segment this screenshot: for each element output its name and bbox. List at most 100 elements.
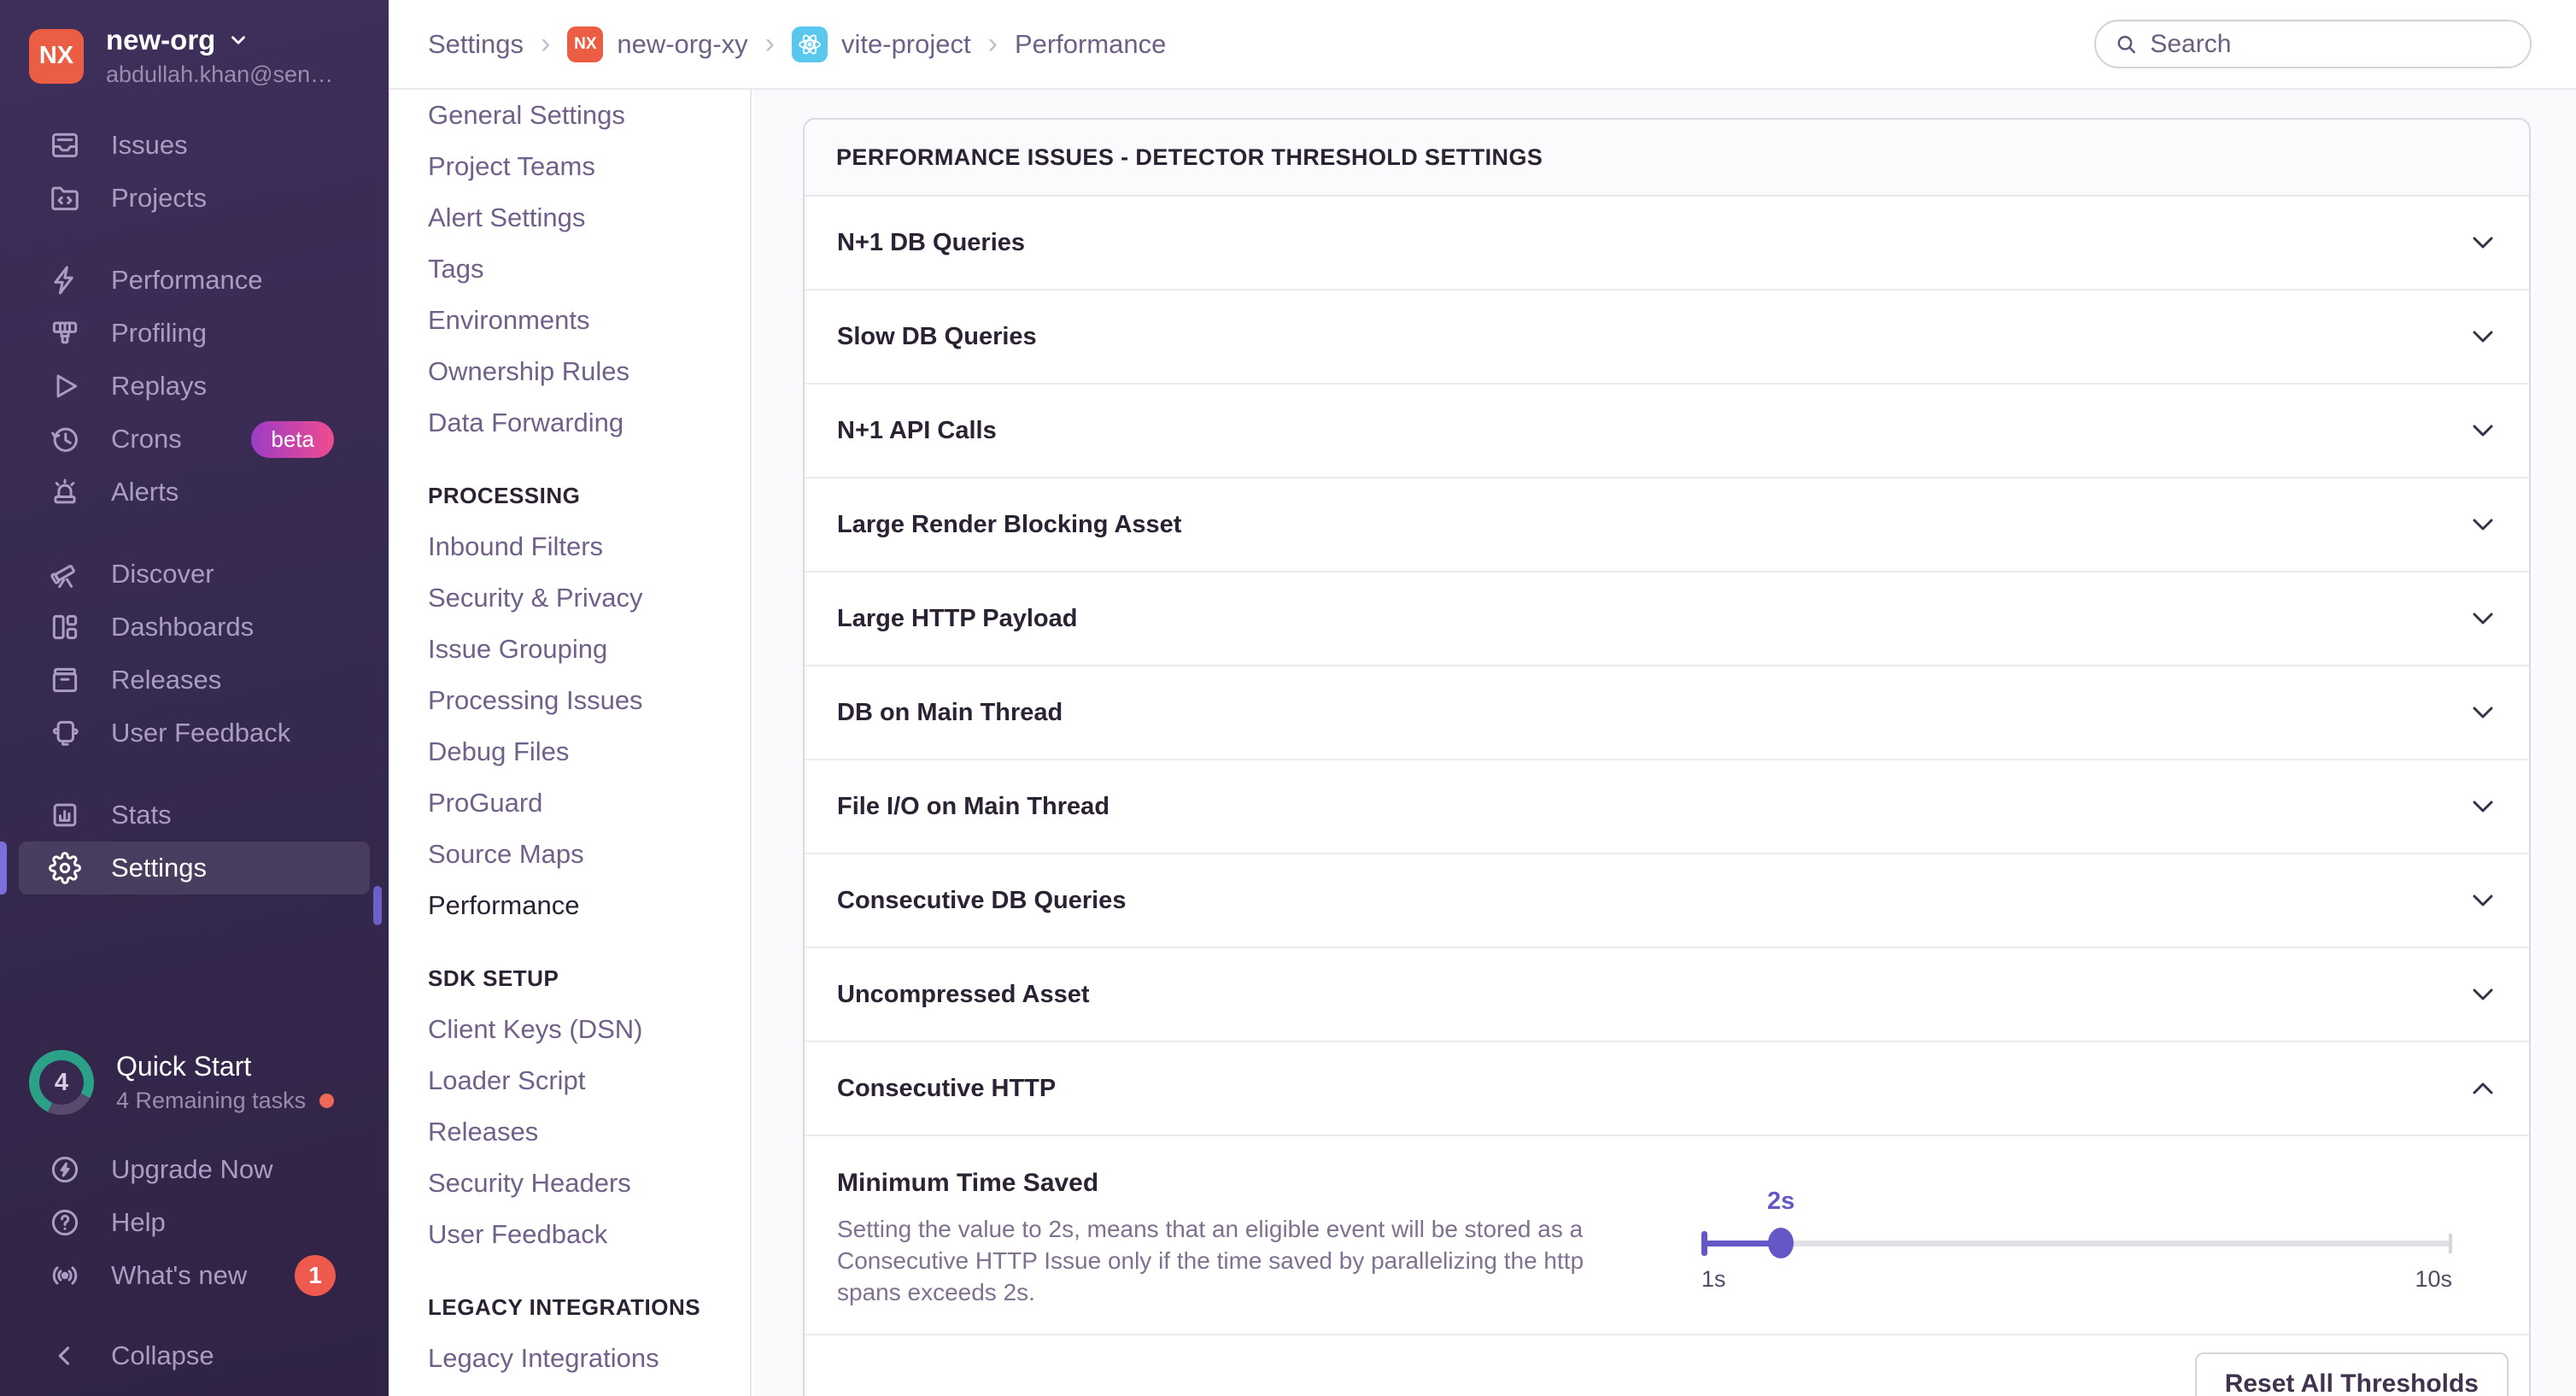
subnav-item-processing-issues[interactable]: Processing Issues bbox=[428, 675, 750, 726]
quick-start-title: Quick Start bbox=[116, 1051, 334, 1082]
sidebar-item-label: Releases bbox=[111, 665, 221, 695]
sidebar-item-performance[interactable]: Performance bbox=[0, 254, 389, 307]
row-db-on-main-thread[interactable]: DB on Main Thread bbox=[805, 666, 2529, 760]
breadcrumb-settings[interactable]: Settings bbox=[428, 29, 524, 60]
org-info: new-org abdullah.khan@sen… bbox=[106, 24, 333, 88]
subnav-item-client-keys[interactable]: Client Keys (DSN) bbox=[428, 1004, 750, 1055]
sidebar-item-crons[interactable]: Crons beta bbox=[0, 413, 389, 466]
nav-group-2: Performance Profiling Replays Crons beta bbox=[0, 254, 389, 519]
subnav-item-tags[interactable]: Tags bbox=[428, 243, 750, 295]
sidebar-item-label: Alerts bbox=[111, 477, 179, 507]
top-header: Settings › NX new-org-xy › vite-project … bbox=[389, 0, 2576, 90]
panel-footer: Reset All Thresholds bbox=[805, 1335, 2529, 1396]
breadcrumb-separator-icon: › bbox=[765, 27, 775, 61]
breadcrumb-separator-icon: › bbox=[988, 27, 998, 61]
sidebar-item-upgrade-now[interactable]: Upgrade Now bbox=[0, 1143, 389, 1196]
sidebar-item-help[interactable]: Help bbox=[0, 1196, 389, 1249]
sidebar-item-profiling[interactable]: Profiling bbox=[0, 307, 389, 360]
dashboards-icon bbox=[48, 610, 82, 644]
row-file-io-on-main-thread[interactable]: File I/O on Main Thread bbox=[805, 760, 2529, 854]
subnav-item-inbound-filters[interactable]: Inbound Filters bbox=[428, 521, 750, 572]
main-content: PERFORMANCE ISSUES - DETECTOR THRESHOLD … bbox=[753, 90, 2576, 1396]
sidebar-item-replays[interactable]: Replays bbox=[0, 360, 389, 413]
org-name: new-org bbox=[106, 24, 215, 56]
row-n1-db-queries[interactable]: N+1 DB Queries bbox=[805, 196, 2529, 290]
sidebar-item-label: Collapse bbox=[111, 1340, 214, 1371]
sidebar-item-issues[interactable]: Issues bbox=[0, 119, 389, 172]
chevron-down-icon bbox=[2469, 327, 2497, 346]
chevron-up-icon bbox=[2469, 1079, 2497, 1098]
consecutive-http-detail: Minimum Time Saved Setting the value to … bbox=[805, 1136, 2529, 1335]
subnav-item-environments[interactable]: Environments bbox=[428, 295, 750, 346]
subnav-item-proguard[interactable]: ProGuard bbox=[428, 777, 750, 829]
replays-icon bbox=[48, 369, 82, 403]
subnav-section-processing: PROCESSING bbox=[428, 470, 750, 521]
subnav-item-project-teams[interactable]: Project Teams bbox=[428, 141, 750, 192]
sidebar-item-label: Profiling bbox=[111, 318, 207, 349]
sidebar-item-label: Replays bbox=[111, 371, 207, 402]
subnav-item-security-headers[interactable]: Security Headers bbox=[428, 1158, 750, 1209]
sidebar-item-label: Settings bbox=[111, 853, 207, 883]
performance-icon bbox=[48, 263, 82, 297]
row-n1-api-calls[interactable]: N+1 API Calls bbox=[805, 384, 2529, 478]
subnav-item-alert-settings[interactable]: Alert Settings bbox=[428, 192, 750, 243]
sidebar-item-label: User Feedback bbox=[111, 718, 290, 748]
sidebar-item-settings[interactable]: Settings bbox=[19, 842, 370, 894]
sidebar-item-discover[interactable]: Discover bbox=[0, 548, 389, 601]
subnav-item-releases[interactable]: Releases bbox=[428, 1106, 750, 1158]
subnav-item-loader-script[interactable]: Loader Script bbox=[428, 1055, 750, 1106]
breadcrumb-project-label: vite-project bbox=[841, 29, 971, 60]
releases-icon bbox=[48, 663, 82, 697]
row-consecutive-http[interactable]: Consecutive HTTP bbox=[805, 1042, 2529, 1136]
reset-all-thresholds-button[interactable]: Reset All Thresholds bbox=[2195, 1352, 2509, 1396]
nav-group-1: Issues Projects bbox=[0, 119, 389, 225]
sidebar-item-projects[interactable]: Projects bbox=[0, 172, 389, 225]
sidebar-item-stats[interactable]: Stats bbox=[0, 789, 389, 842]
chevron-down-icon bbox=[2469, 797, 2497, 816]
breadcrumb-organization[interactable]: NX new-org-xy bbox=[567, 26, 747, 62]
subnav-item-source-maps[interactable]: Source Maps bbox=[428, 829, 750, 880]
sidebar-item-whats-new[interactable]: What's new 1 bbox=[0, 1249, 389, 1302]
sidebar-item-alerts[interactable]: Alerts bbox=[0, 466, 389, 519]
quick-start-progress-ring: 4 bbox=[29, 1050, 94, 1115]
threshold-settings-panel: PERFORMANCE ISSUES - DETECTOR THRESHOLD … bbox=[803, 118, 2531, 1396]
subnav-item-issue-grouping[interactable]: Issue Grouping bbox=[428, 624, 750, 675]
sidebar-item-label: Upgrade Now bbox=[111, 1154, 273, 1185]
help-icon bbox=[48, 1205, 82, 1240]
subnav-item-performance[interactable]: Performance bbox=[428, 880, 750, 931]
search-box[interactable] bbox=[2094, 20, 2532, 68]
org-email: abdullah.khan@sen… bbox=[106, 62, 333, 88]
breadcrumb-performance: Performance bbox=[1015, 29, 1166, 60]
subnav-item-ownership-rules[interactable]: Ownership Rules bbox=[428, 346, 750, 397]
minimum-time-saved-slider: 2s 1s 10s bbox=[1701, 1169, 2452, 1308]
chevron-down-icon bbox=[2469, 703, 2497, 722]
row-consecutive-db-queries[interactable]: Consecutive DB Queries bbox=[805, 854, 2529, 948]
sidebar-item-user-feedback[interactable]: User Feedback bbox=[0, 707, 389, 760]
subnav-section-sdk-setup: SDK SETUP bbox=[428, 953, 750, 1004]
sidebar-item-releases[interactable]: Releases bbox=[0, 654, 389, 707]
subnav-item-legacy-integrations[interactable]: Legacy Integrations bbox=[428, 1333, 750, 1384]
profiling-icon bbox=[48, 316, 82, 350]
slider-track[interactable] bbox=[1701, 1241, 2452, 1246]
breadcrumb-project[interactable]: vite-project bbox=[792, 26, 971, 62]
sidebar-item-label: Issues bbox=[111, 130, 188, 161]
subnav-item-data-forwarding[interactable]: Data Forwarding bbox=[428, 397, 750, 449]
breadcrumb-org-label: new-org-xy bbox=[617, 29, 747, 60]
org-switcher[interactable]: NX new-org abdullah.khan@sen… bbox=[0, 24, 389, 88]
slider-handle[interactable] bbox=[1768, 1228, 1794, 1258]
org-crumb-avatar: NX bbox=[567, 26, 603, 62]
subnav-item-user-feedback[interactable]: User Feedback bbox=[428, 1209, 750, 1260]
subnav-item-security-privacy[interactable]: Security & Privacy bbox=[428, 572, 750, 624]
subnav-item-general-settings[interactable]: General Settings bbox=[428, 90, 750, 141]
search-input[interactable] bbox=[2150, 30, 2511, 59]
row-slow-db-queries[interactable]: Slow DB Queries bbox=[805, 290, 2529, 384]
row-uncompressed-asset[interactable]: Uncompressed Asset bbox=[805, 948, 2529, 1042]
quick-start[interactable]: 4 Quick Start 4 Remaining tasks bbox=[0, 1050, 389, 1115]
sidebar-collapse-button[interactable]: Collapse bbox=[0, 1329, 389, 1382]
subnav-item-debug-files[interactable]: Debug Files bbox=[428, 726, 750, 777]
minimum-time-saved-label: Minimum Time Saved bbox=[837, 1169, 1691, 1198]
sidebar-item-dashboards[interactable]: Dashboards bbox=[0, 601, 389, 654]
row-large-http-payload[interactable]: Large HTTP Payload bbox=[805, 572, 2529, 666]
row-large-render-blocking-asset[interactable]: Large Render Blocking Asset bbox=[805, 478, 2529, 572]
alerts-icon bbox=[48, 475, 82, 509]
